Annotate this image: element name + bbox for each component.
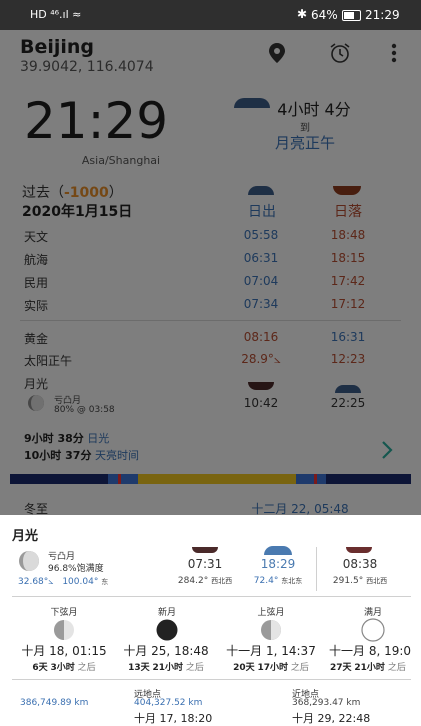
phase-last-quarter-countdown: 6天 3小时 之后 <box>32 660 95 673</box>
current-distance: 386,749.89 km <box>20 698 89 708</box>
modal-scrim[interactable] <box>0 30 421 515</box>
divider <box>316 547 317 591</box>
countdown-hours: 21小时 <box>152 663 184 673</box>
countdown-hours: 17小时 <box>257 663 289 673</box>
phase-full-moon-countdown: 27天 21小时 之后 <box>330 660 406 673</box>
sheet-moonset-time: 08:38 <box>342 557 378 571</box>
moon-transit-icon <box>264 546 292 555</box>
sheet-moonset-azimuth: 291.5° 西北西 <box>333 576 387 586</box>
waning-gibbous-moon-icon <box>19 551 39 571</box>
perigee-distance: 368,293.47 km <box>292 698 361 708</box>
countdown-suffix: 之后 <box>290 663 309 673</box>
apogee-distance: 404,327.52 km <box>134 698 203 708</box>
moonset-dir: 西北西 <box>366 577 388 585</box>
countdown-suffix: 之后 <box>185 663 204 673</box>
first-quarter-moon-icon <box>261 620 281 640</box>
moon-elevation: 32.68°⦣ <box>18 577 54 587</box>
new-moon-icon <box>156 619 178 641</box>
transit-altitude: 72.4° <box>253 576 279 586</box>
moonrise-azimuth: 284.2° <box>177 576 209 586</box>
phase-full-moon-name: 满月 <box>363 608 383 618</box>
moon-azimuth-dir: 东 <box>101 578 109 586</box>
sheet-title: 月光 <box>12 529 39 544</box>
countdown-days: 27天 <box>330 663 352 673</box>
signal-indicators: HD ⁴⁶.ıl ≈ <box>30 8 82 21</box>
apogee-date: 十月 17, 18:20 <box>134 712 213 725</box>
moonrise-dir: 西北西 <box>211 577 233 585</box>
bluetooth-icon: ✱ <box>297 7 308 21</box>
moon-details-sheet: 月光 亏凸月 96.8%饱满度 32.68°⦣ 100.04° 东 07:31 … <box>0 515 421 725</box>
sheet-moonrise-time: 07:31 <box>187 557 223 571</box>
phase-full-moon-date: 十一月 8, 19:0 <box>329 644 412 658</box>
status-bar: HD ⁴⁶.ıl ≈ ✱ 64% 21:29 <box>0 0 421 30</box>
sheet-moon-fullness: 96.8%饱满度 <box>48 564 104 574</box>
moonset-icon <box>346 547 372 553</box>
countdown-days: 20天 <box>233 663 255 673</box>
battery-percent: 64% <box>311 8 338 22</box>
moonrise-icon <box>192 547 218 553</box>
phase-first-quarter-countdown: 20天 17小时 之后 <box>233 660 309 673</box>
divider <box>12 679 411 680</box>
last-quarter-moon-icon <box>54 620 74 640</box>
sheet-transit-altitude: 72.4° 东北东 <box>254 576 302 586</box>
sheet-moonrise-azimuth: 284.2° 西北西 <box>178 576 232 586</box>
countdown-suffix: 之后 <box>77 663 96 673</box>
countdown-days: 6天 <box>32 663 48 673</box>
sheet-moon-position: 32.68°⦣ 100.04° 东 <box>18 577 108 587</box>
countdown-suffix: 之后 <box>387 663 406 673</box>
phase-last-quarter-date: 十月 18, 01:15 <box>21 644 107 658</box>
phase-new-moon-name: 新月 <box>157 608 177 618</box>
moon-azimuth: 100.04° <box>62 577 99 587</box>
battery-level <box>344 12 354 19</box>
full-moon-icon <box>361 618 385 642</box>
countdown-days: 13天 <box>128 663 150 673</box>
phase-first-quarter-date: 十一月 1, 14:37 <box>226 644 316 658</box>
countdown-hours: 3小时 <box>50 663 75 673</box>
divider <box>12 596 411 597</box>
phase-first-quarter-name: 上弦月 <box>257 608 285 618</box>
sheet-transit-time: 18:29 <box>260 557 296 571</box>
moonset-azimuth: 291.5° <box>332 576 364 586</box>
phase-new-moon-countdown: 13天 21小时 之后 <box>128 660 204 673</box>
status-time: 21:29 <box>365 8 400 22</box>
phase-new-moon-date: 十月 25, 18:48 <box>123 644 209 658</box>
perigee-date: 十月 29, 22:48 <box>292 712 371 725</box>
countdown-hours: 21小时 <box>354 663 385 673</box>
phase-last-quarter-name: 下弦月 <box>50 608 78 618</box>
transit-dir: 东北东 <box>281 577 303 585</box>
battery-icon <box>342 10 361 21</box>
